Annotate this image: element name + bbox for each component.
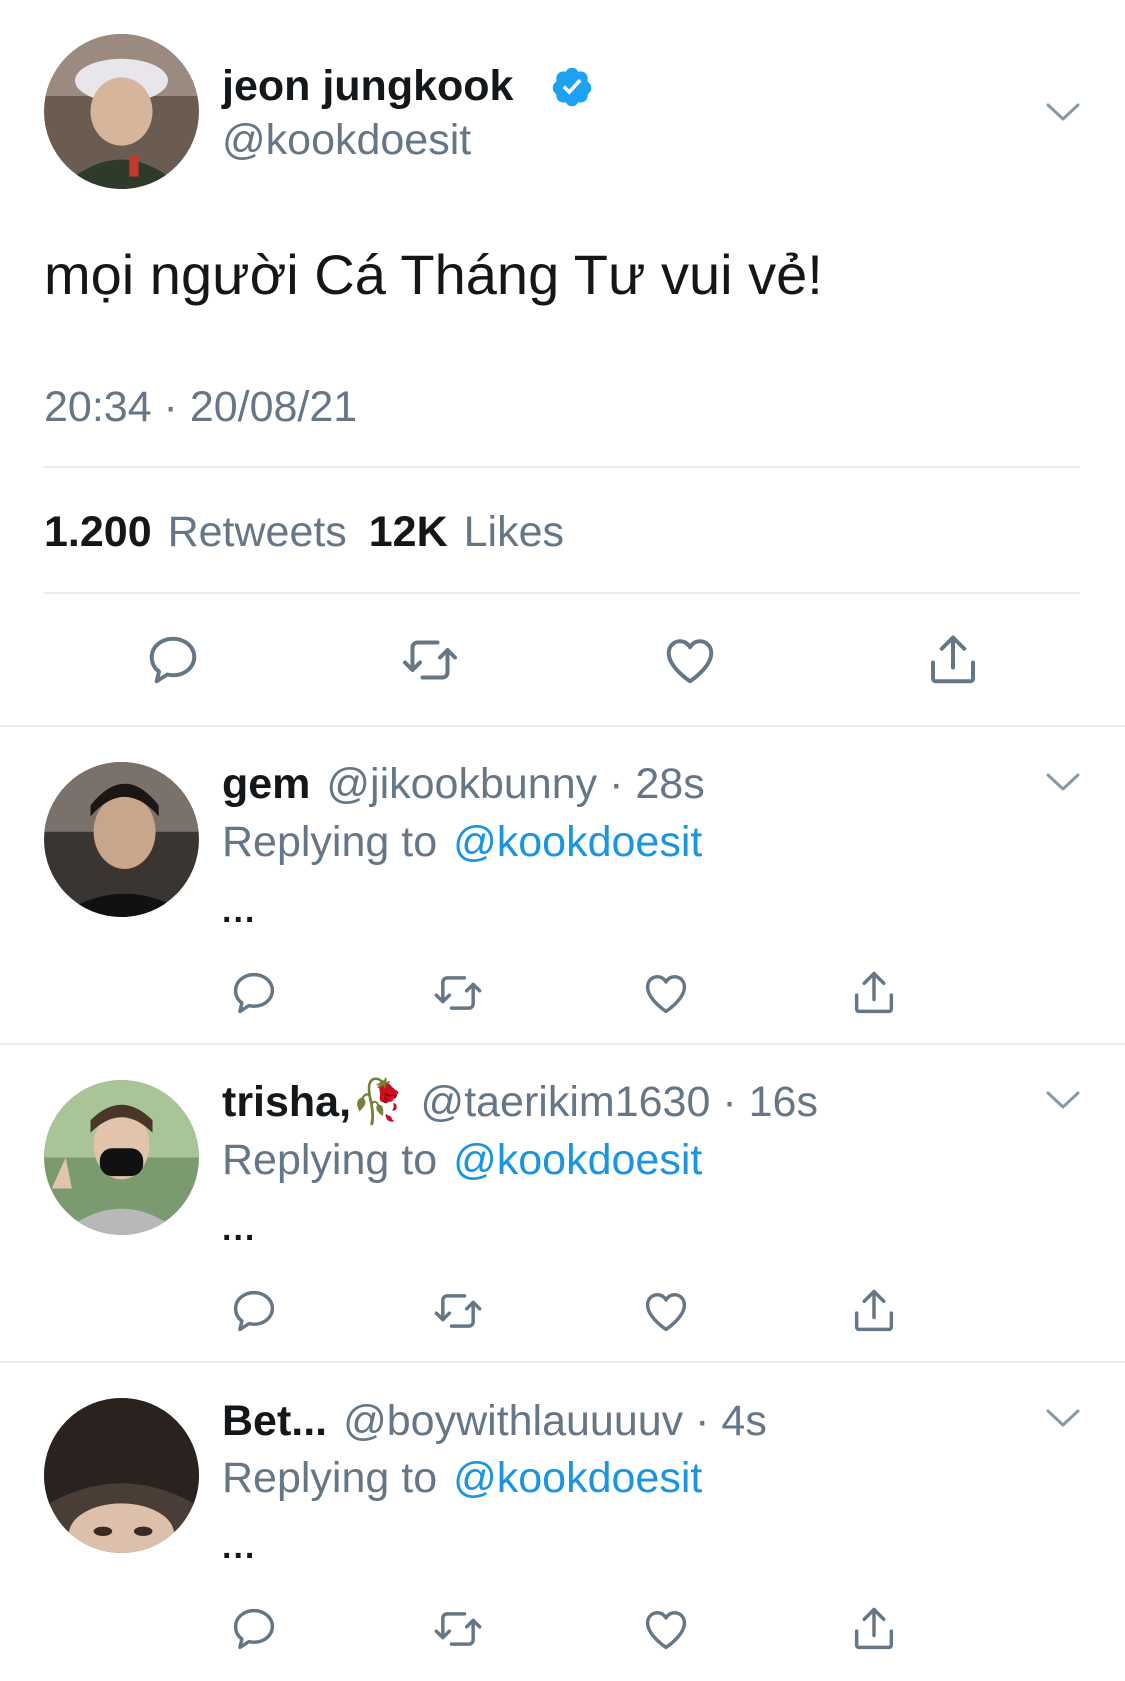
- divider: [0, 725, 1125, 727]
- reply-text: ...: [222, 1528, 257, 1566]
- like-icon[interactable]: [640, 1603, 692, 1655]
- replying-to-handle-link[interactable]: @kookdoesit: [453, 1454, 702, 1502]
- retweets-label[interactable]: Retweets: [168, 508, 347, 556]
- reply-text: ...: [222, 892, 257, 930]
- likes-count[interactable]: 12K: [369, 508, 448, 556]
- reply-text: ...: [222, 1210, 257, 1248]
- replying-to-handle-link[interactable]: @kookdoesit: [453, 1136, 702, 1184]
- verified-badge-icon: [550, 65, 594, 109]
- author-name[interactable]: jeon jungkook: [222, 60, 513, 112]
- replying-to: Replying to @kookdoesit: [222, 1452, 702, 1504]
- chevron-down-icon[interactable]: [1043, 1080, 1083, 1120]
- retweet-icon[interactable]: [430, 1603, 486, 1655]
- reply-icon[interactable]: [228, 1603, 280, 1655]
- divider: [44, 592, 1080, 594]
- retweet-icon[interactable]: [430, 1285, 486, 1337]
- retweet-icon[interactable]: [398, 630, 462, 690]
- share-icon[interactable]: [848, 1603, 900, 1655]
- replying-prefix: Replying to: [222, 1136, 438, 1184]
- reply-icon[interactable]: [143, 630, 203, 690]
- author-handle[interactable]: @kookdoesit: [222, 114, 471, 166]
- replying-prefix: Replying to: [222, 1454, 438, 1502]
- reply-time[interactable]: 16s: [749, 1078, 818, 1126]
- reply-separator: ·: [609, 760, 624, 808]
- reply-icon[interactable]: [228, 967, 280, 1019]
- reply-header: trisha,🥀 @taerikim1630 · 16s: [222, 1076, 818, 1128]
- share-icon[interactable]: [848, 967, 900, 1019]
- reply-icon[interactable]: [228, 1285, 280, 1337]
- divider: [44, 466, 1080, 468]
- retweet-icon[interactable]: [430, 967, 486, 1019]
- tweet-timestamp[interactable]: 20:34 · 20/08/21: [44, 381, 357, 433]
- replying-to-handle-link[interactable]: @kookdoesit: [453, 818, 702, 866]
- likes-label[interactable]: Likes: [464, 508, 564, 556]
- reply-author-name[interactable]: Bet...: [222, 1397, 327, 1445]
- chevron-down-icon[interactable]: [1043, 762, 1083, 802]
- like-icon[interactable]: [640, 1285, 692, 1337]
- tweet-stats: 1.200 Retweets 12K Likes: [44, 506, 564, 558]
- reply-author-name[interactable]: trisha,🥀: [222, 1078, 405, 1126]
- like-icon[interactable]: [660, 630, 720, 690]
- reply-time[interactable]: 4s: [721, 1397, 766, 1445]
- avatar[interactable]: [44, 1080, 199, 1235]
- share-icon[interactable]: [848, 1285, 900, 1337]
- retweets-count[interactable]: 1.200: [44, 508, 152, 556]
- replying-prefix: Replying to: [222, 818, 438, 866]
- reply-author-handle[interactable]: @jikookbunny: [326, 760, 597, 808]
- reply-header: gem @jikookbunny · 28s: [222, 758, 705, 810]
- reply-header: Bet... @boywithlauuuuv · 4s: [222, 1395, 767, 1447]
- like-icon[interactable]: [640, 967, 692, 1019]
- chevron-down-icon[interactable]: [1043, 92, 1083, 132]
- divider: [0, 1361, 1125, 1363]
- divider: [0, 1043, 1125, 1045]
- replying-to: Replying to @kookdoesit: [222, 816, 702, 868]
- reply-separator: ·: [722, 1078, 737, 1126]
- chevron-down-icon[interactable]: [1043, 1398, 1083, 1438]
- reply-separator: ·: [695, 1397, 710, 1445]
- reply-time[interactable]: 28s: [635, 760, 704, 808]
- share-icon[interactable]: [923, 630, 983, 690]
- author-avatar[interactable]: [44, 34, 199, 189]
- avatar[interactable]: [44, 1398, 199, 1553]
- replying-to: Replying to @kookdoesit: [222, 1134, 702, 1186]
- tweet-text: mọi người Cá Tháng Tư vui vẻ!: [44, 243, 823, 306]
- reply-author-name[interactable]: gem: [222, 760, 310, 808]
- reply-author-handle[interactable]: @boywithlauuuuv: [343, 1397, 683, 1445]
- reply-author-handle[interactable]: @taerikim1630: [421, 1078, 711, 1126]
- avatar[interactable]: [44, 762, 199, 917]
